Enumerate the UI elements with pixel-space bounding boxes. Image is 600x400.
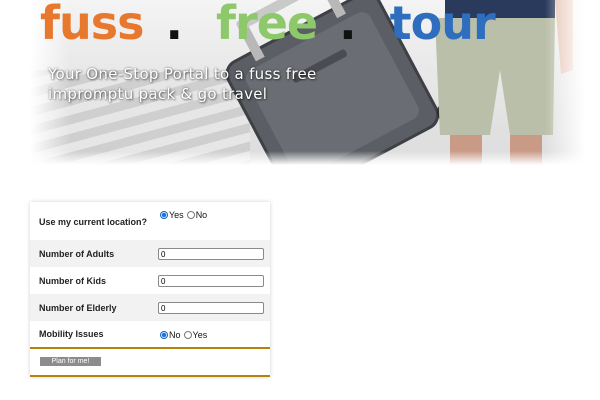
location-row: Use my current location? Yes No [30, 202, 270, 240]
tagline-line-2: impromptu pack & go travel [48, 85, 268, 103]
mobility-row: Mobility Issues No Yes [30, 321, 270, 347]
logo-word-fuss: fuss [40, 0, 145, 50]
location-label: Use my current location? [39, 217, 148, 227]
adults-label: Number of Adults [39, 249, 115, 259]
kids-input[interactable] [158, 275, 264, 287]
logo-dot: . [339, 0, 357, 50]
elderly-row: Number of Elderly [30, 294, 270, 321]
banner-fade-right [545, 0, 585, 165]
mobility-no-label: No [169, 330, 181, 340]
adults-row: Number of Adults [30, 240, 270, 267]
plan-for-me-button[interactable]: Plan for me! [40, 357, 101, 366]
location-yes-label: Yes [169, 210, 184, 220]
logo-word-tour: tour [389, 0, 496, 50]
elderly-label: Number of Elderly [39, 303, 117, 313]
location-no-radio[interactable] [186, 211, 195, 219]
mobility-no-radio[interactable] [160, 331, 168, 339]
logo-dot: . [165, 0, 184, 50]
elderly-control [158, 302, 264, 314]
logo-word-free: free [216, 0, 318, 50]
tagline-line-1: Your One-Stop Portal to a fuss free [48, 65, 317, 83]
location-yes-radio[interactable] [160, 211, 168, 219]
mobility-yes-label: Yes [192, 330, 208, 340]
trip-planner-form: Use my current location? Yes No Number o… [30, 202, 270, 377]
mobility-radio-group: No Yes [158, 330, 208, 340]
kids-row: Number of Kids [30, 267, 270, 294]
form-divider-bottom [30, 375, 270, 377]
mobility-yes-radio[interactable] [183, 331, 192, 339]
mobility-label: Mobility Issues [39, 329, 104, 339]
location-radio-group: Yes No [158, 210, 208, 220]
banner-fade-bottom [30, 151, 585, 165]
site-logo: fuss . free . tour [40, 0, 496, 50]
kids-label: Number of Kids [39, 276, 107, 286]
kids-control [158, 275, 264, 287]
form-divider-top [30, 347, 270, 349]
header-banner: fuss . free . tour Your One-Stop Portal … [30, 0, 585, 165]
elderly-input[interactable] [158, 302, 264, 314]
location-no-label: No [195, 210, 208, 220]
tagline: Your One-Stop Portal to a fuss free impr… [48, 64, 378, 104]
adults-control [158, 248, 264, 260]
adults-input[interactable] [158, 248, 264, 260]
